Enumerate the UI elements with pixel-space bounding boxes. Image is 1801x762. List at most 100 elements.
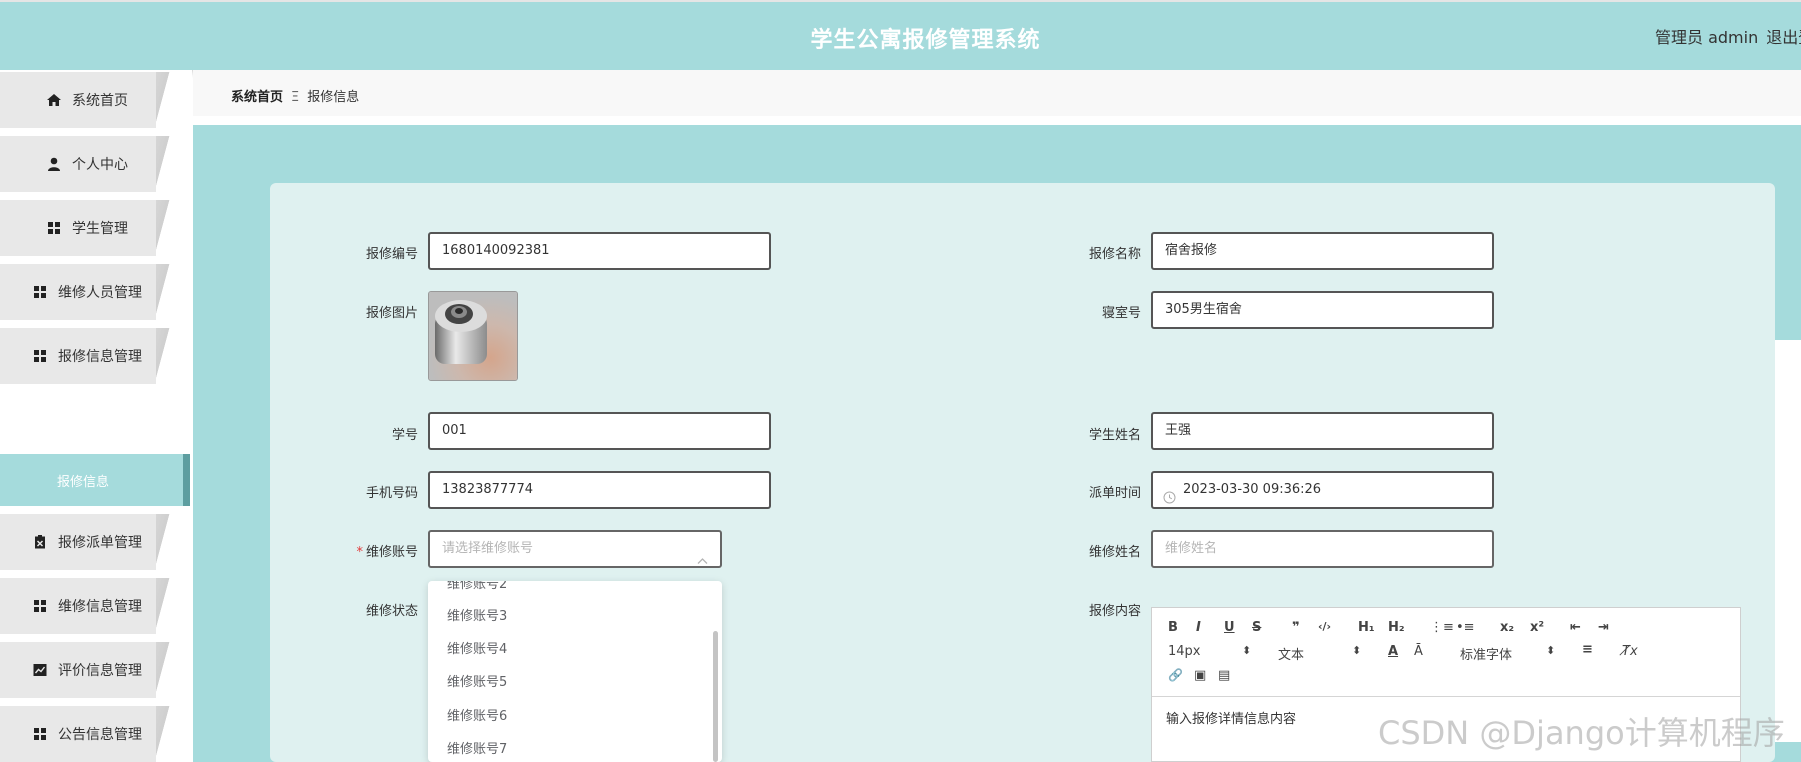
underline-button[interactable]: U xyxy=(1224,620,1235,635)
phone-label: 手机号码 xyxy=(365,486,418,501)
sidebar-item-evaluation[interactable]: 评价信息管理 xyxy=(0,642,174,698)
student-no-input[interactable]: 001 xyxy=(428,412,771,450)
strike-button[interactable]: S xyxy=(1252,620,1261,635)
dropdown-option[interactable]: 维修账号3 xyxy=(447,605,507,624)
font-family-arrow-icon: ⬍ xyxy=(1546,644,1556,657)
dorm-no-input[interactable]: 305男生宿舍 xyxy=(1151,291,1494,329)
dropdown-option[interactable]: 维修账号6 xyxy=(447,705,507,724)
sidebar-item-profile[interactable]: 个人中心 xyxy=(0,136,174,192)
bold-button[interactable]: B xyxy=(1168,620,1178,635)
grid-icon xyxy=(32,348,48,364)
sidebar-subitem-repair-info[interactable]: 报修信息 xyxy=(0,454,190,506)
bullet-list-button[interactable]: •≡ xyxy=(1456,620,1475,635)
format-arrow-icon: ⬍ xyxy=(1352,644,1362,657)
dropdown-option[interactable]: 维修账号5 xyxy=(447,671,507,690)
indent-button[interactable]: ⇥ xyxy=(1598,620,1609,635)
home-icon xyxy=(46,92,62,108)
video-button[interactable]: ▤ xyxy=(1218,668,1230,683)
student-no-label: 学号 xyxy=(391,428,418,443)
background-panel-edge xyxy=(1775,340,1801,742)
breadcrumb-current: 报修信息 xyxy=(307,90,360,105)
sidebar-item-repairers[interactable]: 维修人员管理 xyxy=(0,264,174,320)
repair-account-placeholder: 请选择维修账号 xyxy=(442,541,534,556)
chart-icon xyxy=(32,662,48,678)
sidebar-item-home[interactable]: 系统首页 xyxy=(0,72,174,128)
breadcrumb-bar: 系统首页 Ξ 报修信息 xyxy=(193,70,1801,116)
sidebar-item-repair-mgmt[interactable]: 维修信息管理 xyxy=(0,578,174,634)
sidebar-item-label: 评价信息管理 xyxy=(58,663,142,679)
sidebar-item-dispatch[interactable]: 报修派单管理 xyxy=(0,514,174,570)
dropdown-option[interactable]: 维修账号4 xyxy=(447,638,507,657)
required-mark: * xyxy=(356,545,363,560)
editor-content[interactable]: 输入报修详情信息内容 xyxy=(1166,708,1296,727)
dispatch-time-value: 2023-03-30 09:36:26 xyxy=(1183,482,1322,497)
sidebar-item-label: 个人中心 xyxy=(72,157,128,173)
student-name-label: 学生姓名 xyxy=(1088,428,1141,443)
clock-icon xyxy=(1163,484,1176,518)
dropdown-scrollbar[interactable] xyxy=(713,631,718,762)
repair-account-label-text: 维修账号 xyxy=(365,545,418,560)
user-info: 管理员 admin 退出登录 xyxy=(1655,24,1801,48)
image-button[interactable]: ▣ xyxy=(1194,668,1206,683)
repair-name-label: 报修名称 xyxy=(1088,247,1141,262)
repair-account-dropdown[interactable]: 维修账号2 维修账号3 维修账号4 维修账号5 维修账号6 维修账号7 xyxy=(428,581,722,762)
font-color-button[interactable]: A xyxy=(1388,644,1398,659)
watermark: CSDN @Django计算机程序 xyxy=(1378,714,1785,752)
outdent-button[interactable]: ⇤ xyxy=(1570,620,1581,635)
sidebar-item-students[interactable]: 学生管理 xyxy=(0,200,174,256)
bg-color-button[interactable]: Ā xyxy=(1414,644,1423,659)
quote-button[interactable]: ❞ xyxy=(1292,620,1300,635)
font-size-arrow-icon: ⬍ xyxy=(1242,644,1252,657)
sidebar-item-repair-info-mgmt[interactable]: 报修信息管理 xyxy=(0,328,174,384)
breadcrumb-home[interactable]: 系统首页 xyxy=(231,90,283,105)
grid-icon xyxy=(32,598,48,614)
sidebar-item-notices[interactable]: 公告信息管理 xyxy=(0,706,174,762)
ordered-list-button[interactable]: ⋮≡ xyxy=(1430,620,1454,635)
clipboard-icon xyxy=(32,534,48,550)
font-size-select[interactable]: 14px xyxy=(1168,644,1201,659)
sidebar-item-label: 维修人员管理 xyxy=(58,285,142,301)
superscript-button[interactable]: x² xyxy=(1530,620,1544,635)
phone-input[interactable]: 13823877774 xyxy=(428,471,771,509)
format-select[interactable]: 文本 xyxy=(1278,644,1304,663)
repair-image-label: 报修图片 xyxy=(365,306,418,321)
sidebar: 系统首页 个人中心 学生管理 维修人员管理 报修信息管理 报修信息 报修派单管理… xyxy=(0,70,192,762)
code-button[interactable]: ‹/› xyxy=(1318,620,1331,633)
h1-button[interactable]: H₁ xyxy=(1358,620,1375,635)
repair-account-select[interactable]: 请选择维修账号 xyxy=(428,530,722,568)
subscript-button[interactable]: x₂ xyxy=(1500,620,1514,635)
repair-name-input[interactable]: 宿舍报修 xyxy=(1151,232,1494,270)
grid-icon xyxy=(32,726,48,742)
sidebar-item-label: 系统首页 xyxy=(72,93,128,109)
sidebar-item-label: 报修派单管理 xyxy=(58,535,142,551)
italic-button[interactable]: I xyxy=(1196,620,1201,635)
align-button[interactable]: ≡ xyxy=(1582,642,1593,657)
editor-toolbar: B I U S ❞ ‹/› H₁ H₂ ⋮≡ •≡ x₂ x² ⇤ ⇥ 14px… xyxy=(1152,608,1740,697)
dispatch-time-label: 派单时间 xyxy=(1088,486,1141,501)
chevron-up-icon xyxy=(697,545,708,579)
user-icon xyxy=(46,156,62,172)
user-name: 管理员 admin xyxy=(1655,28,1759,47)
h2-button[interactable]: H₂ xyxy=(1388,620,1405,635)
clear-format-button[interactable]: T̸x xyxy=(1622,644,1638,659)
repair-person-label: 维修姓名 xyxy=(1088,545,1141,560)
sidebar-item-label: 报修信息管理 xyxy=(58,349,142,365)
repair-no-input[interactable]: 1680140092381 xyxy=(428,232,771,270)
grid-icon xyxy=(32,284,48,300)
sidebar-subitem-label: 报修信息 xyxy=(57,475,110,490)
sidebar-item-label: 公告信息管理 xyxy=(58,727,142,743)
dispatch-time-input[interactable]: 2023-03-30 09:36:26 xyxy=(1151,471,1494,509)
repair-image[interactable] xyxy=(428,291,518,381)
dropdown-option[interactable]: 维修账号2 xyxy=(447,581,507,592)
student-name-input[interactable]: 王强 xyxy=(1151,412,1494,450)
dorm-no-label: 寝室号 xyxy=(1101,306,1141,321)
logout-link[interactable]: 退出登录 xyxy=(1766,28,1801,47)
breadcrumb: 系统首页 Ξ 报修信息 xyxy=(231,86,359,105)
font-family-select[interactable]: 标准字体 xyxy=(1460,644,1512,663)
dropdown-option[interactable]: 维修账号7 xyxy=(447,738,507,757)
link-button[interactable]: 🔗 xyxy=(1168,668,1183,682)
app-title: 学生公寓报修管理系统 xyxy=(810,28,1041,53)
repair-status-label: 维修状态 xyxy=(365,604,418,619)
repair-content-label: 报修内容 xyxy=(1088,604,1141,619)
repair-person-input[interactable]: 维修姓名 xyxy=(1151,530,1494,568)
